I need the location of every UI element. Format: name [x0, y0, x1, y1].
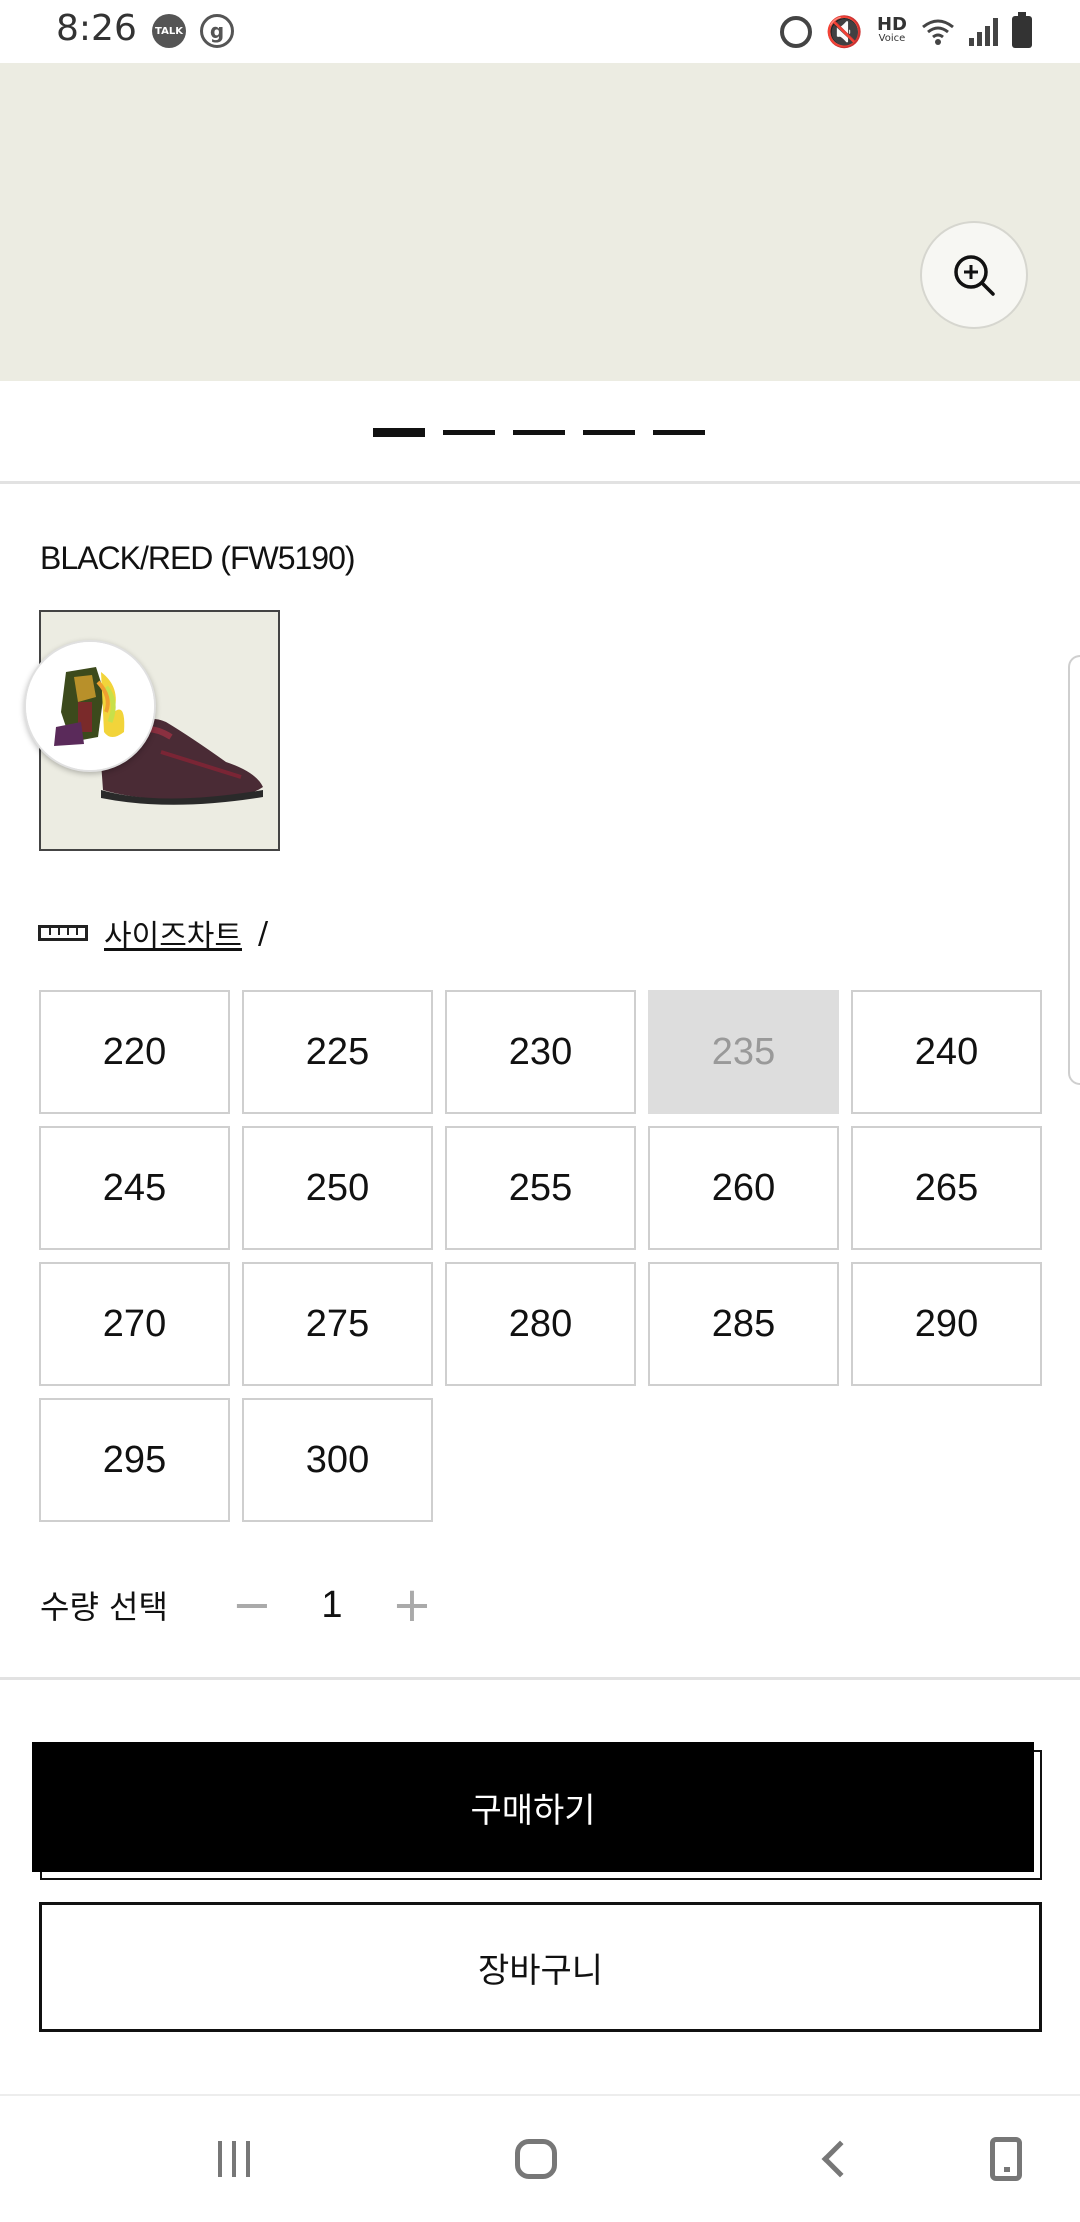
- zoom-button[interactable]: [920, 221, 1028, 329]
- quantity-label: 수량 선택: [40, 1588, 168, 1626]
- alarm-icon: [779, 16, 812, 48]
- home-icon: [515, 2139, 557, 2179]
- section-divider: [0, 1677, 1080, 1680]
- size-option-295[interactable]: 295: [39, 1398, 230, 1522]
- size-option-265[interactable]: 265: [851, 1126, 1042, 1250]
- buy-now-button[interactable]: 구매하기: [32, 1742, 1034, 1872]
- image-pager: [373, 428, 705, 437]
- size-option-270[interactable]: 270: [39, 1262, 230, 1386]
- zoom-in-icon: [954, 255, 995, 296]
- size-chart-separator: /: [258, 915, 269, 951]
- hd-sub-label: Voice: [878, 33, 906, 44]
- size-option-250[interactable]: 250: [242, 1126, 433, 1250]
- buy-button-container: 구매하기: [32, 1742, 1042, 1882]
- mute-icon: 🔇: [825, 14, 863, 50]
- size-option-225[interactable]: 225: [242, 990, 433, 1114]
- home-button[interactable]: [476, 2096, 596, 2222]
- size-chart-row: 사이즈차트 /: [38, 910, 268, 956]
- recent-apps-button[interactable]: [174, 2096, 294, 2222]
- talk-icon: TALK: [152, 14, 186, 48]
- pager-indicator-4[interactable]: [583, 430, 635, 435]
- hd-voice-icon: HD Voice: [876, 14, 907, 46]
- back-button[interactable]: [780, 2096, 900, 2222]
- size-option-280[interactable]: 280: [445, 1262, 636, 1386]
- hd-label: HD: [876, 14, 907, 35]
- product-color-name: BLACK/RED (FW5190): [40, 540, 356, 576]
- size-chart-link[interactable]: 사이즈차트: [104, 911, 242, 955]
- rotate-screen-icon: [990, 2137, 1022, 2181]
- status-icons: 🔇 HD Voice: [779, 10, 1032, 54]
- avatar-character-image: [26, 642, 154, 770]
- size-option-245[interactable]: 245: [39, 1126, 230, 1250]
- size-option-255[interactable]: 255: [445, 1126, 636, 1250]
- quantity-selector: 수량 선택 − 1 +: [40, 1575, 442, 1635]
- section-divider: [0, 481, 1080, 484]
- recent-apps-icon: [218, 2141, 250, 2177]
- wifi-icon: [921, 18, 955, 46]
- size-option-285[interactable]: 285: [648, 1262, 839, 1386]
- size-grid: 220 225 230 235 240 245 250 255 260 265 …: [39, 990, 1042, 1522]
- pager-indicator-3[interactable]: [513, 430, 565, 435]
- pager-indicator-2[interactable]: [443, 430, 495, 435]
- size-option-300[interactable]: 300: [242, 1398, 433, 1522]
- battery-icon: [1012, 12, 1032, 48]
- pager-indicator-1[interactable]: [373, 428, 425, 437]
- back-icon: [821, 2140, 859, 2178]
- quantity-increment-button[interactable]: +: [382, 1575, 442, 1635]
- g-icon: g: [200, 14, 234, 48]
- side-panel-handle[interactable]: [1068, 655, 1080, 1085]
- size-option-220[interactable]: 220: [39, 990, 230, 1114]
- size-option-240[interactable]: 240: [851, 990, 1042, 1114]
- status-bar: 8:26 TALK g 🔇 HD Voice: [0, 0, 1080, 63]
- signal-icon: [969, 18, 998, 46]
- size-option-235-soldout: 235: [648, 990, 839, 1114]
- ruler-icon: [38, 925, 88, 941]
- size-option-290[interactable]: 290: [851, 1262, 1042, 1386]
- size-option-230[interactable]: 230: [445, 990, 636, 1114]
- add-to-cart-button[interactable]: 장바구니: [39, 1902, 1042, 2032]
- system-navigation-bar: [0, 2094, 1080, 2220]
- status-time: 8:26: [56, 8, 137, 49]
- product-hero-image[interactable]: [0, 63, 1080, 381]
- quantity-decrement-button[interactable]: −: [222, 1575, 282, 1635]
- size-option-275[interactable]: 275: [242, 1262, 433, 1386]
- quantity-value: 1: [321, 1583, 343, 1626]
- floating-avatar[interactable]: [24, 640, 156, 772]
- pager-indicator-5[interactable]: [653, 430, 705, 435]
- rotate-screen-button[interactable]: [946, 2096, 1066, 2222]
- size-option-260[interactable]: 260: [648, 1126, 839, 1250]
